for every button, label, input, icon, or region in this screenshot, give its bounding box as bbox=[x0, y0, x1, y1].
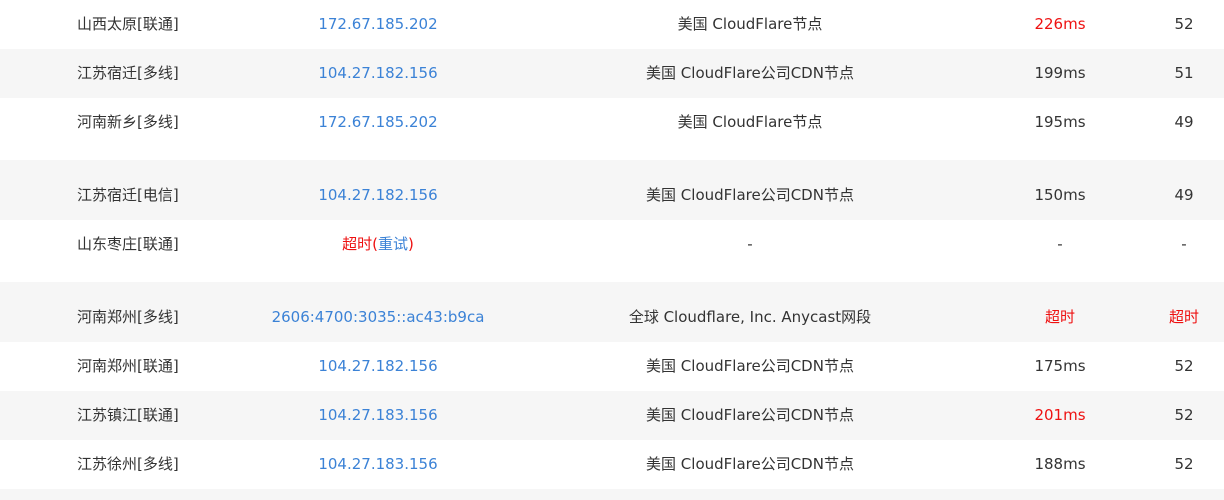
ttl-cell: 49 bbox=[1174, 186, 1194, 204]
ip-link[interactable]: 104.27.182.156 bbox=[233, 49, 523, 98]
location-cell: 江苏宿迁[电信] bbox=[77, 186, 179, 204]
ip-link[interactable]: 104.27.182.156 bbox=[233, 171, 523, 220]
ip-link[interactable]: 104.27.183.156 bbox=[233, 440, 523, 489]
location-cell: 河南郑州[联通] bbox=[77, 357, 179, 375]
ip-link[interactable]: 172.67.185.202 bbox=[233, 98, 523, 147]
table-row: 江苏宿迁[多线] 104.27.182.156 美国 CloudFlare公司C… bbox=[0, 49, 1224, 98]
table-row: 河南郑州[多线] 2606:4700:3035::ac43:b9ca 全球 Cl… bbox=[0, 293, 1224, 342]
ttl-cell: 52 bbox=[1174, 357, 1194, 375]
table-row: 山西太原[联通] 172.67.185.202 美国 CloudFlare节点 … bbox=[0, 0, 1224, 49]
ttl-cell: 52 bbox=[1174, 15, 1194, 33]
latency-cell: 150ms bbox=[1034, 186, 1086, 204]
latency-cell: 201ms bbox=[1034, 406, 1086, 424]
ip-geo-cell: 美国 CloudFlare公司CDN节点 bbox=[646, 455, 854, 473]
ip-geo-cell: 美国 CloudFlare节点 bbox=[677, 113, 823, 131]
ip-geo-cell: - bbox=[747, 235, 753, 253]
row-separator bbox=[0, 282, 1224, 293]
table-row: 江苏宿迁[电信] 104.27.182.156 美国 CloudFlare公司C… bbox=[0, 171, 1224, 220]
latency-cell: 188ms bbox=[1034, 455, 1086, 473]
latency-cell: 199ms bbox=[1034, 64, 1086, 82]
table-row: 山东枣庄[联通] 超时(重试) - - - bbox=[0, 220, 1224, 269]
ping-results-table: 山西太原[联通] 172.67.185.202 美国 CloudFlare节点 … bbox=[0, 0, 1224, 500]
ip-geo-cell: 全球 Cloudflare, Inc. Anycast网段 bbox=[628, 308, 872, 326]
ttl-cell: 51 bbox=[1174, 64, 1194, 82]
ip-link[interactable]: 172.67.185.202 bbox=[233, 0, 523, 49]
location-cell: 山西太原[联通] bbox=[77, 15, 179, 33]
ip-geo-cell: 美国 CloudFlare公司CDN节点 bbox=[646, 186, 854, 204]
ttl-cell: 超时 bbox=[1168, 308, 1199, 326]
location-cell: 山东枣庄[联通] bbox=[77, 235, 179, 253]
ip-link[interactable]: 104.27.183.156 bbox=[233, 391, 523, 440]
ip-geo-cell: 美国 CloudFlare公司CDN节点 bbox=[646, 357, 854, 375]
ip-link[interactable]: 104.27.182.156 bbox=[233, 342, 523, 391]
latency-cell: - bbox=[1057, 235, 1063, 253]
ip-geo-cell: 美国 CloudFlare公司CDN节点 bbox=[646, 406, 854, 424]
table-row: 江苏镇江[联通] 104.27.183.156 美国 CloudFlare公司C… bbox=[0, 391, 1224, 440]
location-cell: 江苏镇江[联通] bbox=[77, 406, 179, 424]
row-separator bbox=[0, 489, 1224, 500]
location-cell: 江苏宿迁[多线] bbox=[77, 64, 179, 82]
location-cell: 河南新乡[多线] bbox=[77, 113, 179, 131]
latency-cell: 195ms bbox=[1034, 113, 1086, 131]
latency-cell: 175ms bbox=[1034, 357, 1086, 375]
ip-timeout-cell: 超时(重试) bbox=[233, 220, 523, 269]
latency-cell: 超时 bbox=[1044, 308, 1075, 326]
ip-link[interactable]: 2606:4700:3035::ac43:b9ca bbox=[233, 293, 523, 342]
ttl-cell: - bbox=[1181, 235, 1187, 253]
ttl-cell: 52 bbox=[1174, 406, 1194, 424]
retry-paren-close: ) bbox=[408, 235, 414, 253]
location-cell: 河南郑州[多线] bbox=[77, 308, 179, 326]
row-separator bbox=[0, 160, 1224, 171]
location-cell: 江苏徐州[多线] bbox=[77, 455, 179, 473]
ttl-cell: 49 bbox=[1174, 113, 1194, 131]
timeout-label: 超时 bbox=[342, 235, 373, 253]
ip-geo-cell: 美国 CloudFlare公司CDN节点 bbox=[646, 64, 854, 82]
retry-link[interactable]: 重试 bbox=[378, 235, 408, 253]
ttl-cell: 52 bbox=[1174, 455, 1194, 473]
ip-geo-cell: 美国 CloudFlare节点 bbox=[677, 15, 823, 33]
table-row: 河南新乡[多线] 172.67.185.202 美国 CloudFlare节点 … bbox=[0, 98, 1224, 147]
table-row: 江苏徐州[多线] 104.27.183.156 美国 CloudFlare公司C… bbox=[0, 440, 1224, 489]
table-row: 河南郑州[联通] 104.27.182.156 美国 CloudFlare公司C… bbox=[0, 342, 1224, 391]
latency-cell: 226ms bbox=[1034, 15, 1086, 33]
